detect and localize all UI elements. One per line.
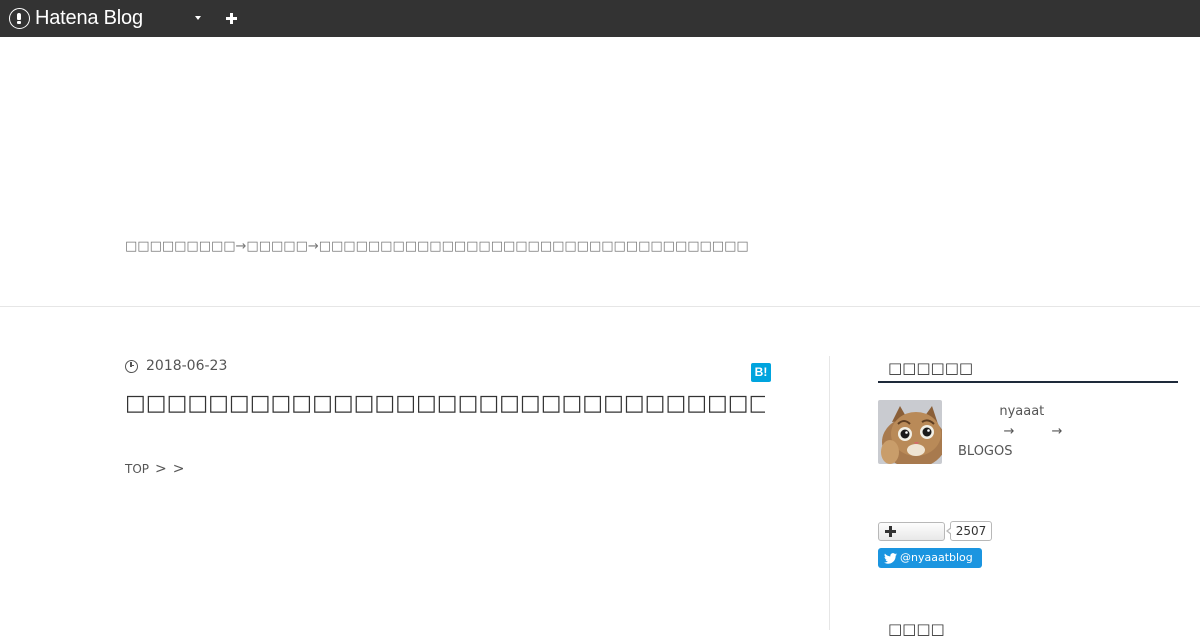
plus-icon [885, 526, 896, 537]
entry-date-text: 2018-06-23 [146, 358, 228, 374]
hatena-topbar: Hatena Blog [0, 0, 1200, 37]
profile-avatar[interactable] [878, 400, 942, 464]
breadcrumb-top-link[interactable]: TOP [125, 462, 149, 476]
caret-down-icon[interactable] [188, 9, 208, 27]
entry-title[interactable]: □□□□□□□□□□□□□□□□□□□□□□□□□□□□□□□□□□□ [125, 389, 765, 419]
twitter-bird-icon [884, 552, 897, 564]
breadcrumb-separator: > [172, 461, 185, 477]
hatena-logo-icon [9, 7, 30, 29]
breadcrumb: TOP > > [125, 459, 184, 479]
hatena-bookmark-button[interactable]: B! [751, 363, 771, 382]
profile-line: nyaaat [958, 404, 1045, 419]
profile-line: → → [958, 424, 1063, 439]
sidebar-next-heading: □□□□ [888, 620, 945, 638]
profile-line: BLOGOS [958, 444, 1013, 459]
twitter-follow-button[interactable]: @nyaaatblog [878, 548, 982, 568]
blog-description: □□□□□□□□□→□□□□□→□□□□□□□□□□□□□□□□□□□□□□□□… [125, 239, 749, 254]
clock-icon [125, 359, 138, 373]
cat-avatar-image [878, 400, 942, 464]
follow-button[interactable] [878, 522, 945, 541]
profile-text: nyaaat → → BLOGOS [958, 402, 1178, 462]
entry-date: 2018-06-23 [125, 357, 227, 375]
twitter-handle: @nyaaatblog [900, 551, 973, 564]
hatena-blog-logo[interactable]: Hatena Blog [9, 6, 143, 30]
breadcrumb-separator: > [155, 461, 167, 477]
plus-icon[interactable] [221, 8, 241, 28]
logo-text: Hatena Blog [35, 7, 143, 29]
header-divider [0, 306, 1200, 307]
column-divider [829, 356, 830, 630]
follower-count: 2507 [946, 521, 992, 541]
sidebar-profile-heading: □□□□□□ [878, 358, 1178, 383]
